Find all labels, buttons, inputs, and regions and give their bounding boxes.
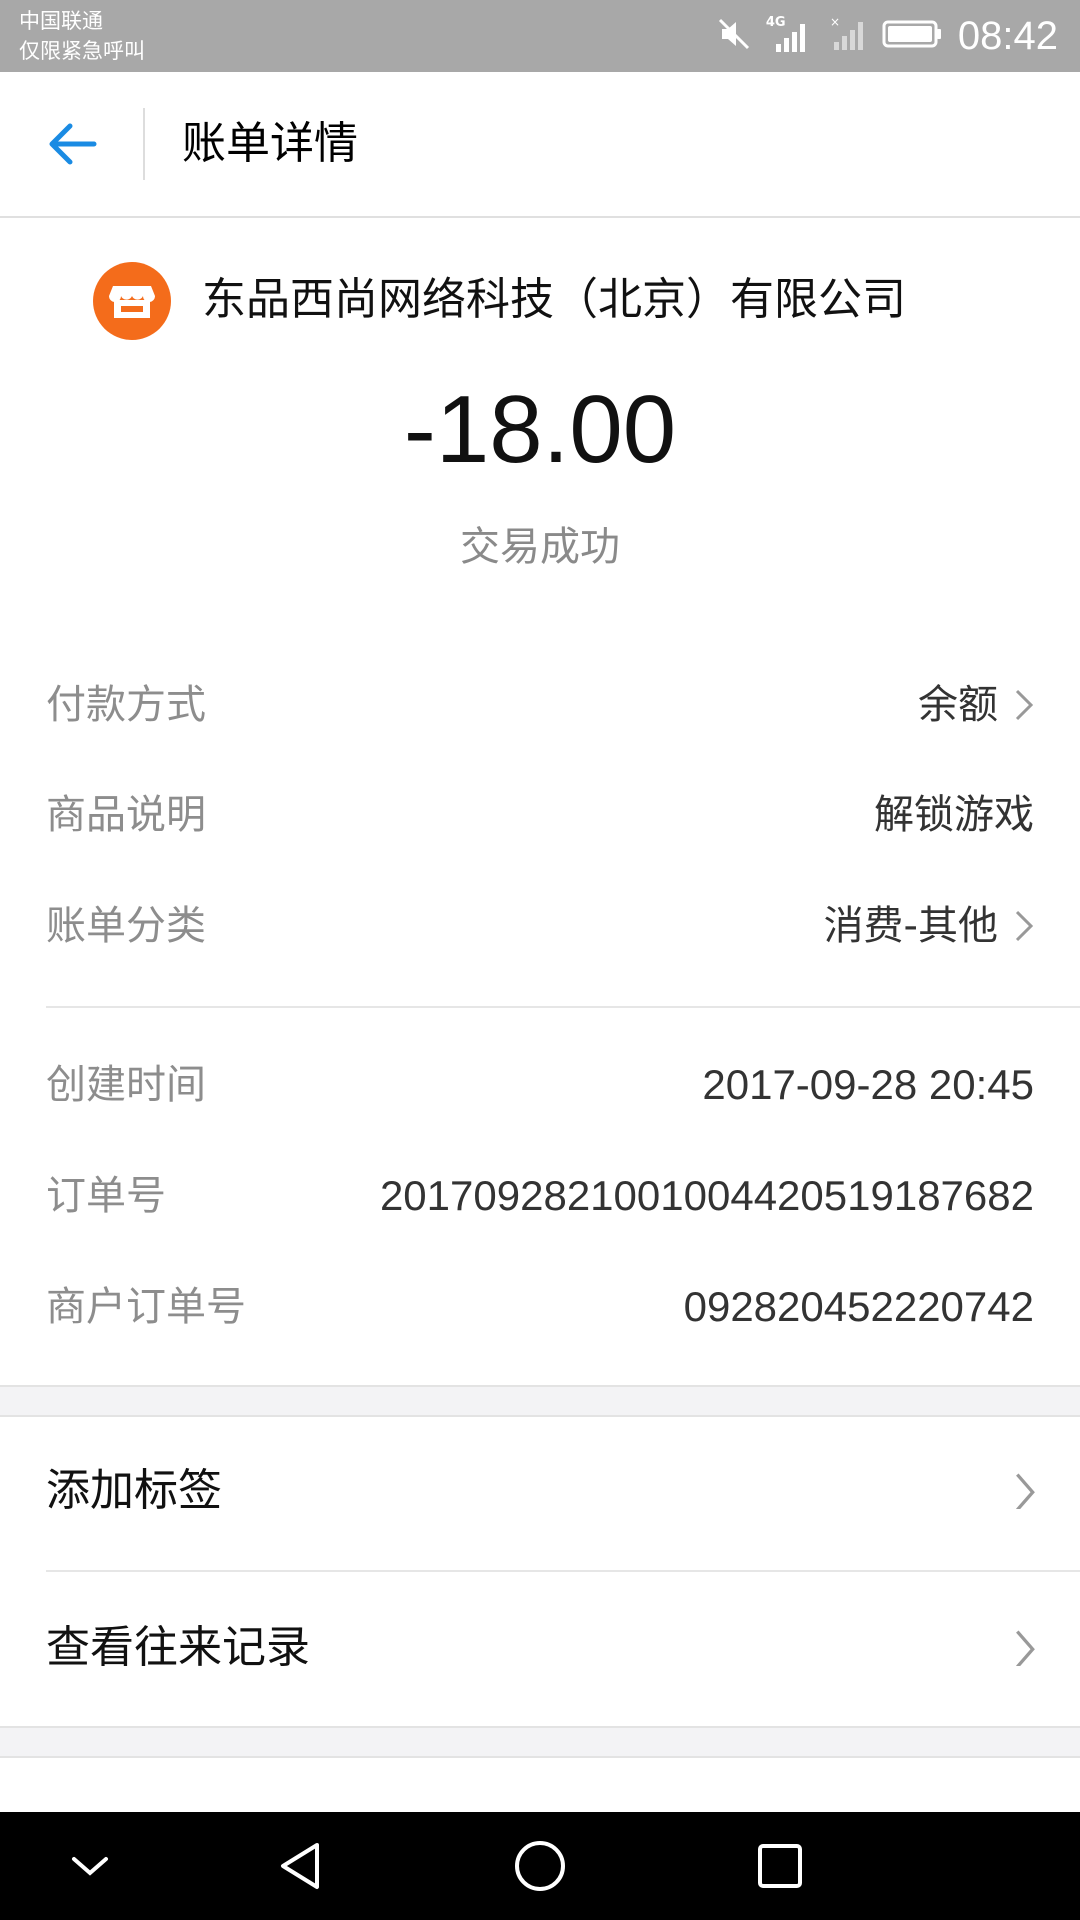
- section-gap: [0, 1726, 1080, 1758]
- collapse-icon: [72, 1857, 108, 1876]
- transaction-status: 交易成功: [460, 524, 620, 570]
- back-button[interactable]: [28, 108, 116, 180]
- description-label: 商品说明: [46, 792, 206, 838]
- carrier-note: 仅限紧急呼叫: [19, 39, 145, 63]
- status-bar: 中国联通 仅限紧急呼叫 4G × 08:42: [0, 0, 1080, 72]
- payment-method-row[interactable]: 余额: [918, 673, 1034, 737]
- category-label: 账单分类: [46, 903, 206, 949]
- chevron-right-icon: [1015, 689, 1034, 721]
- carrier-info: 中国联通 仅限紧急呼叫: [19, 6, 145, 66]
- collapse-button[interactable]: [30, 1812, 150, 1920]
- nav-recents-button[interactable]: [720, 1812, 840, 1920]
- arrow-left-icon: [49, 123, 97, 165]
- signal-4g-icon: 4G: [766, 16, 814, 56]
- category-value: 消费-其他: [823, 903, 998, 949]
- merchant-order-no-value: 092820452220742: [683, 1283, 1034, 1330]
- signal-no-sim-icon: ×: [828, 14, 868, 58]
- description-value: 解锁游戏: [874, 792, 1034, 838]
- page-title: 账单详情: [182, 118, 358, 169]
- add-tag-label: 添加标签: [46, 1465, 222, 1516]
- view-history-row[interactable]: 查看往来记录: [0, 1572, 1080, 1724]
- created-time-label: 创建时间: [46, 1062, 206, 1108]
- order-no-label: 订单号: [46, 1173, 166, 1219]
- chevron-right-icon: [1016, 1473, 1035, 1509]
- nav-back-button[interactable]: [240, 1812, 360, 1920]
- carrier-name: 中国联通: [19, 9, 103, 33]
- merchant-name: 东品西尚网络科技（北京）有限公司: [202, 274, 906, 325]
- mute-icon: [716, 16, 752, 56]
- battery-icon: [882, 16, 944, 56]
- add-tag-row[interactable]: 添加标签: [0, 1415, 1080, 1567]
- divider: [46, 1006, 1080, 1008]
- chevron-right-icon: [1016, 1630, 1035, 1666]
- back-triangle-icon: [281, 1843, 319, 1889]
- recents-square-icon: [758, 1844, 802, 1888]
- system-nav-bar: [0, 1812, 1080, 1920]
- category-row[interactable]: 消费-其他: [824, 894, 1034, 958]
- home-circle-icon: [515, 1841, 565, 1891]
- app-bar: 账单详情: [0, 72, 1080, 218]
- transaction-amount: -18.00: [403, 376, 677, 483]
- storefront-icon: [93, 262, 171, 340]
- view-history-label: 查看往来记录: [46, 1622, 310, 1673]
- payment-method-label: 付款方式: [46, 682, 206, 728]
- merchant-order-no-label: 商户订单号: [46, 1284, 246, 1330]
- section-gap: [0, 1385, 1080, 1417]
- appbar-divider: [143, 108, 145, 180]
- svg-text:×: ×: [830, 15, 840, 29]
- payment-method-value: 余额: [918, 682, 998, 728]
- chevron-right-icon: [1015, 910, 1034, 942]
- order-no-value: 20170928210010044205191876​82: [379, 1172, 1034, 1219]
- status-icons: 4G × 08:42: [716, 0, 1058, 72]
- created-time-value: 2017-09-28 20:45: [702, 1061, 1034, 1108]
- clock: 08:42: [957, 13, 1058, 58]
- nav-home-button[interactable]: [480, 1812, 600, 1920]
